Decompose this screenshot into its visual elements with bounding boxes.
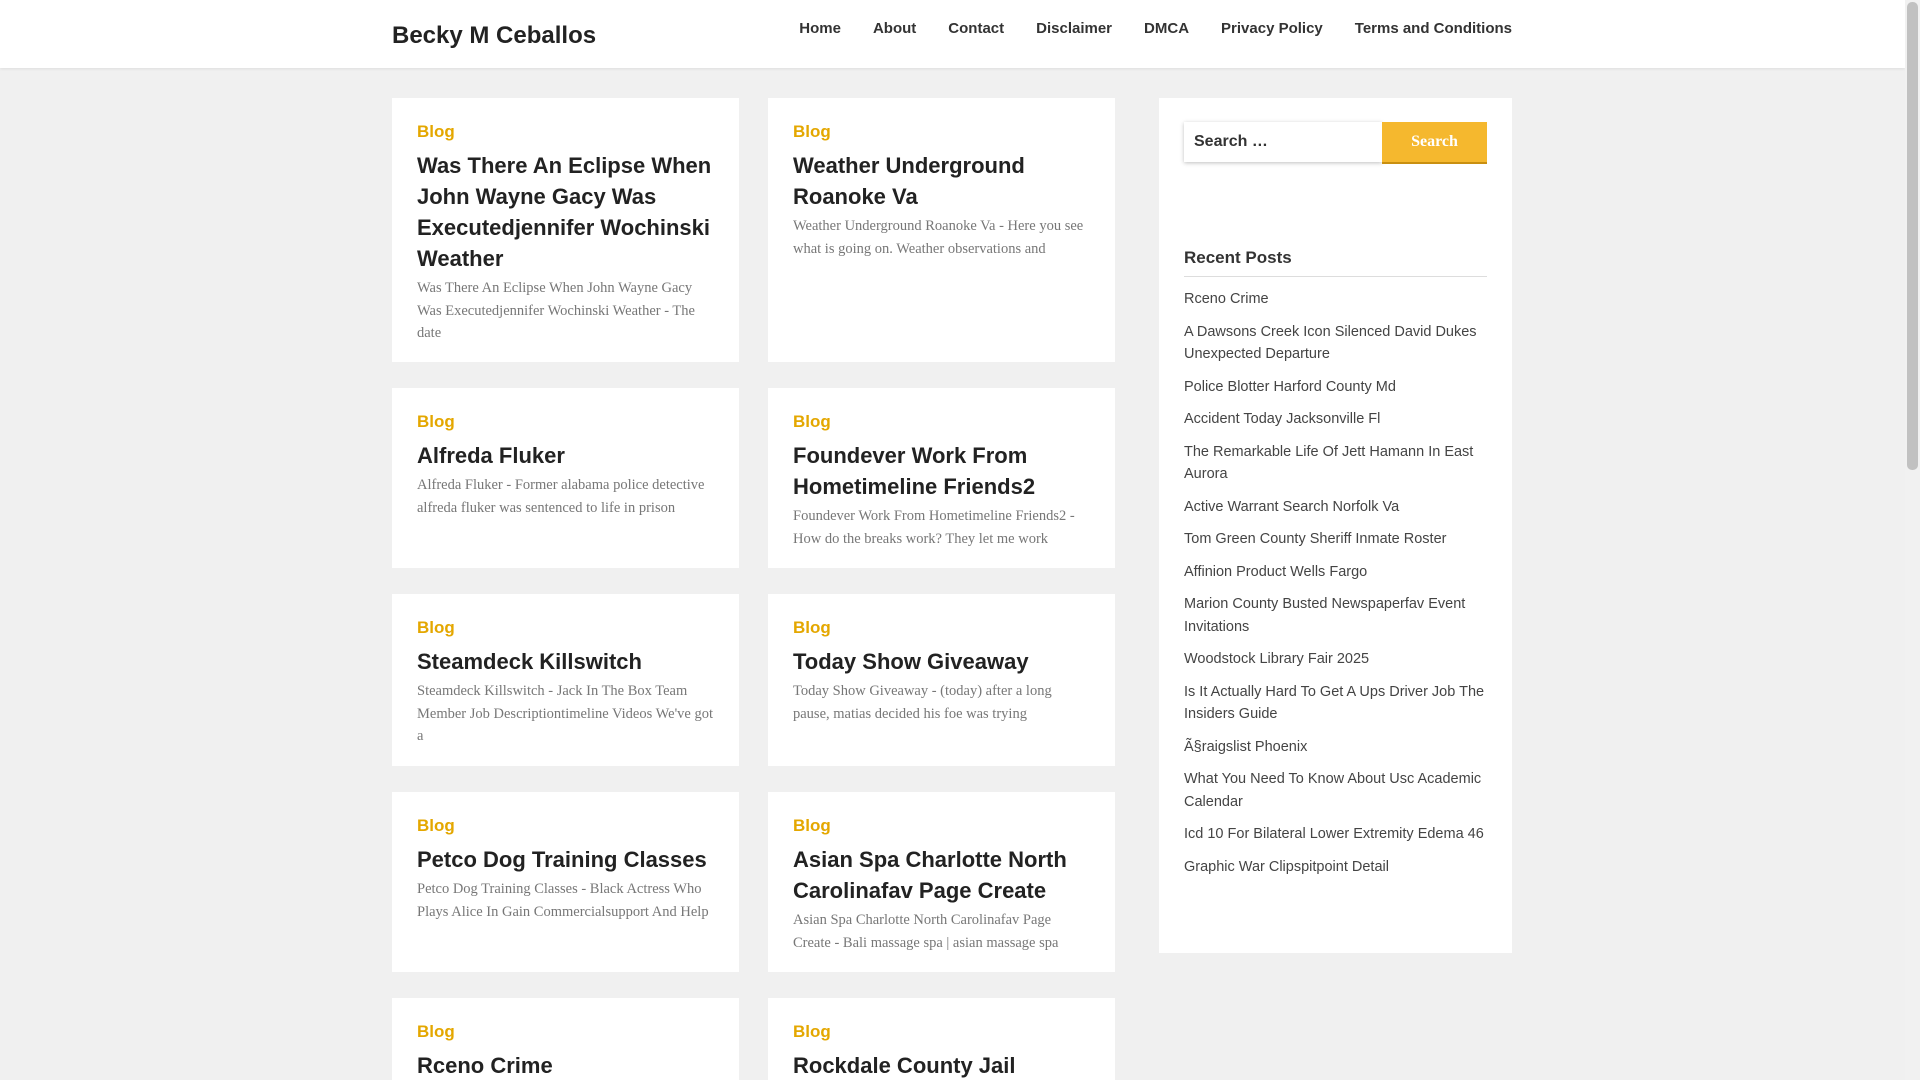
post-title[interactable]: Weather Underground Roanoke Va — [793, 150, 1090, 212]
post-excerpt: Was There An Eclipse When John Wayne Gac… — [417, 280, 695, 341]
post-card: Blog Weather Underground Roanoke Va Weat… — [768, 98, 1115, 362]
main-nav: Home About Contact Disclaimer DMCA Priva… — [799, 20, 1512, 37]
post-card: Blog Alfreda Fluker Alfreda Fluker - For… — [392, 388, 739, 568]
post-excerpt: Petco Dog Training Classes - Black Actre… — [417, 881, 709, 920]
post-card: Blog Petco Dog Training Classes Petco Do… — [392, 792, 739, 972]
post-excerpt: Foundever Work From Hometimeline Friends… — [793, 508, 1075, 547]
post-title[interactable]: Asian Spa Charlotte North Carolinafav Pa… — [793, 844, 1090, 906]
scrollbar-thumb[interactable] — [1907, 2, 1918, 470]
post-category[interactable]: Blog — [793, 816, 1090, 836]
recent-post-link[interactable]: Is It Actually Hard To Get A Ups Driver … — [1184, 681, 1487, 726]
recent-post-link[interactable]: Graphic War Clipspitpoint Detail — [1184, 856, 1487, 879]
post-title[interactable]: Today Show Giveaway — [793, 646, 1090, 677]
search-form: Search — [1184, 122, 1487, 162]
recent-post-link[interactable]: Icd 10 For Bilateral Lower Extremity Ede… — [1184, 823, 1487, 846]
post-title[interactable]: Foundever Work From Hometimeline Friends… — [793, 440, 1090, 502]
post-card: Blog Foundever Work From Hometimeline Fr… — [768, 388, 1115, 568]
search-button[interactable]: Search — [1382, 122, 1487, 162]
post-card: Blog Rockdale County Jail — [768, 998, 1115, 1080]
recent-post-link[interactable]: Ã§raigslist Phoenix — [1184, 736, 1487, 759]
recent-post-link[interactable]: The Remarkable Life Of Jett Hamann In Ea… — [1184, 441, 1487, 486]
post-card: Blog Was There An Eclipse When John Wayn… — [392, 98, 739, 362]
post-category[interactable]: Blog — [417, 816, 714, 836]
recent-post-link[interactable]: Affinion Product Wells Fargo — [1184, 561, 1487, 584]
post-title[interactable]: Was There An Eclipse When John Wayne Gac… — [417, 150, 714, 274]
post-title[interactable]: Rceno Crime — [417, 1050, 714, 1080]
recent-posts-list: Rceno Crime A Dawsons Creek Icon Silence… — [1184, 288, 1487, 878]
post-category[interactable]: Blog — [417, 122, 714, 142]
nav-dmca[interactable]: DMCA — [1144, 20, 1189, 37]
post-excerpt: Steamdeck Killswitch - Jack In The Box T… — [417, 683, 714, 744]
recent-post-link[interactable]: What You Need To Know About Usc Academic… — [1184, 768, 1487, 813]
post-card: Blog Steamdeck Killswitch Steamdeck Kill… — [392, 594, 739, 766]
sidebar: Search Recent Posts Rceno Crime A Dawson… — [1159, 98, 1512, 953]
nav-terms[interactable]: Terms and Conditions — [1355, 20, 1512, 37]
site-header: Becky M Ceballos Home About Contact Disc… — [0, 0, 1905, 68]
nav-home[interactable]: Home — [799, 20, 841, 37]
post-category[interactable]: Blog — [417, 412, 714, 432]
recent-post-link[interactable]: Tom Green County Sheriff Inmate Roster — [1184, 528, 1487, 551]
recent-posts-heading: Recent Posts — [1184, 248, 1487, 277]
recent-post-link[interactable]: Woodstock Library Fair 2025 — [1184, 648, 1487, 671]
nav-contact[interactable]: Contact — [948, 20, 1004, 37]
nav-disclaimer[interactable]: Disclaimer — [1036, 20, 1112, 37]
post-category[interactable]: Blog — [793, 122, 1090, 142]
post-title[interactable]: Alfreda Fluker — [417, 440, 714, 471]
nav-about[interactable]: About — [873, 20, 916, 37]
recent-post-link[interactable]: Rceno Crime — [1184, 288, 1487, 311]
post-card: Blog Today Show Giveaway Today Show Give… — [768, 594, 1115, 766]
post-excerpt: Alfreda Fluker - Former alabama police d… — [417, 477, 705, 516]
site-title[interactable]: Becky M Ceballos — [392, 22, 596, 50]
post-category[interactable]: Blog — [793, 618, 1090, 638]
recent-post-link[interactable]: Marion County Busted Newspaperfav Event … — [1184, 593, 1487, 638]
post-title[interactable]: Rockdale County Jail — [793, 1050, 1090, 1080]
post-title[interactable]: Petco Dog Training Classes — [417, 844, 714, 875]
post-category[interactable]: Blog — [793, 412, 1090, 432]
post-category[interactable]: Blog — [417, 618, 714, 638]
post-excerpt: Weather Underground Roanoke Va - Here yo… — [793, 218, 1084, 257]
recent-post-link[interactable]: A Dawsons Creek Icon Silenced David Duke… — [1184, 321, 1487, 366]
post-excerpt: Asian Spa Charlotte North Carolinafav Pa… — [793, 912, 1059, 951]
post-category[interactable]: Blog — [417, 1022, 714, 1042]
post-category[interactable]: Blog — [793, 1022, 1090, 1042]
post-title[interactable]: Steamdeck Killswitch — [417, 646, 714, 677]
post-card: Blog Rceno Crime — [392, 998, 739, 1080]
recent-post-link[interactable]: Police Blotter Harford County Md — [1184, 376, 1487, 399]
recent-post-link[interactable]: Accident Today Jacksonville Fl — [1184, 408, 1487, 431]
nav-privacy-policy[interactable]: Privacy Policy — [1221, 20, 1323, 37]
search-input[interactable] — [1184, 122, 1382, 162]
post-excerpt: Today Show Giveaway - (today) after a lo… — [793, 683, 1052, 722]
recent-post-link[interactable]: Active Warrant Search Norfolk Va — [1184, 496, 1487, 519]
post-card: Blog Asian Spa Charlotte North Carolinaf… — [768, 792, 1115, 972]
